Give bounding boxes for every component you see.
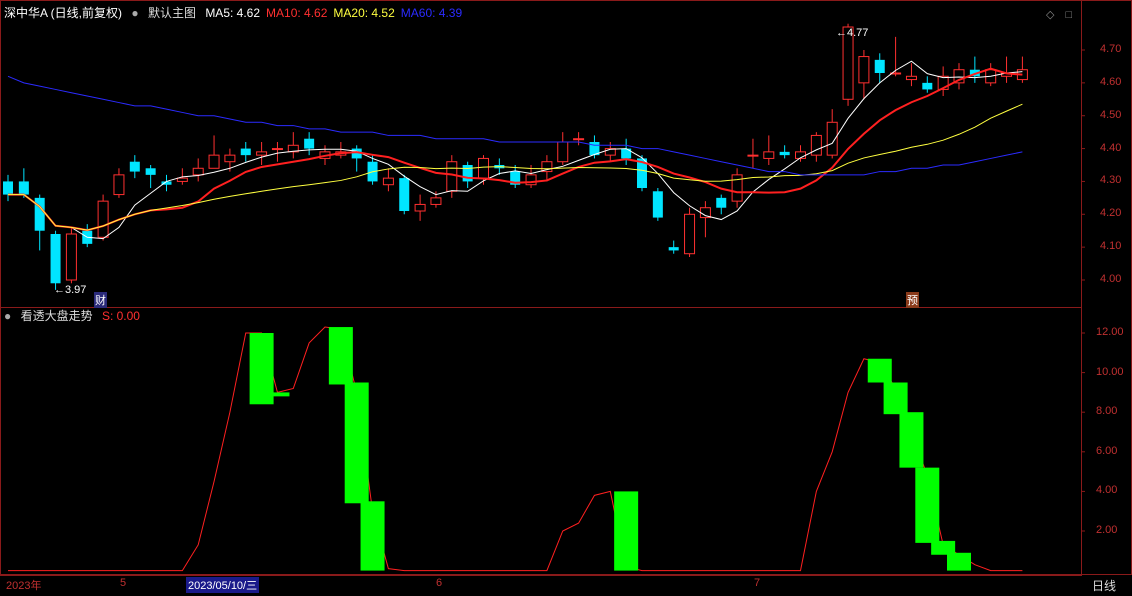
candle-body-up [573,138,585,141]
candle-body-up [208,154,220,169]
period-button[interactable]: 日线 [1092,577,1116,594]
candle-body-up [271,148,283,151]
indicator-bar [360,501,385,571]
candle-body-up [65,233,77,281]
high-price-marker: ←4.77 [836,27,869,39]
price-tick-label: 4.20 [1100,207,1122,220]
candle-body-down [874,59,885,73]
candle-body-up [414,203,426,212]
indicator-bar [614,491,639,571]
candle-body-up [858,56,870,84]
low-price-marker: ←3.97 [54,284,87,296]
ma60-line [7,75,1023,176]
indicator-bar [265,392,290,397]
candle-body-down [716,197,727,208]
candle-body-up [192,167,204,176]
indicator-bar [947,552,971,571]
candle-body-up [763,151,775,159]
price-tick-label: 4.30 [1100,174,1122,187]
candle-body-down [50,234,61,284]
candle-body-up [382,177,394,186]
candle-body-up [747,154,759,157]
x-axis [0,575,1082,596]
candle-body-up [446,161,458,192]
candle-body-up [557,141,569,163]
candle-body-down [240,148,251,156]
indicator-bar [328,327,353,385]
indicator-bar [344,382,369,504]
x-label-july: 7 [754,577,761,589]
price-tick-label: 4.50 [1100,108,1122,121]
indicator-tick-label: 6.00 [1096,444,1118,457]
ma5-line [8,60,1023,240]
indicator-tick-label: 12.00 [1096,326,1124,338]
candle-body-up [113,174,125,196]
price-tick-label: 4.10 [1100,240,1122,253]
candle-body-up [525,174,537,186]
candle-body-down [304,138,315,149]
candle-body-down [3,181,13,195]
candle-body-down [652,191,663,218]
candle-body-down [668,247,679,251]
indicator-bar [931,540,956,555]
candle-body-down [18,181,29,195]
candle-body-down [462,165,473,182]
indicator-tick-label: 2.00 [1096,524,1118,536]
candle-body-down [922,82,933,90]
indicator-bar [915,467,940,543]
indicator-tick-label: 10.00 [1096,365,1124,378]
forecast-flag[interactable]: 预 [906,292,919,308]
candle-body-up [430,197,442,205]
indicator-chart[interactable] [0,307,1132,575]
candle-body-up [810,134,822,156]
indicator-bar [883,382,908,415]
candle-body-up [97,200,109,238]
indicator-bar [899,412,924,468]
candle-body-down [399,178,410,211]
price-tick-label: 4.40 [1100,141,1122,154]
ma20-line [8,103,1023,231]
finance-flag[interactable]: 财 [94,292,107,308]
candle-body-down [129,161,140,172]
candle-body-down [145,168,156,175]
x-label-june: 6 [436,577,443,589]
candle-body-up [684,213,696,255]
candle-body-up [176,177,188,182]
price-tick-label: 4.00 [1100,273,1122,285]
x-cursor-date: 2023/05/10/三 [186,577,260,593]
price-tick-label: 4.60 [1100,75,1122,88]
x-label-year: 2023年 [6,580,42,592]
price-tick-label: 4.70 [1100,43,1122,55]
candle-body-up [905,75,917,81]
indicator-tick-label: 4.00 [1096,484,1118,497]
candle-body-down [779,151,790,156]
candle-body-up [224,154,236,163]
candle-body-up [478,157,489,179]
x-label-may: 5 [120,577,127,589]
candle-body-up [256,151,268,156]
indicator-tick-label: 8.00 [1096,405,1118,418]
candlestick-chart[interactable] [0,0,1132,308]
indicator-bar [867,358,892,383]
